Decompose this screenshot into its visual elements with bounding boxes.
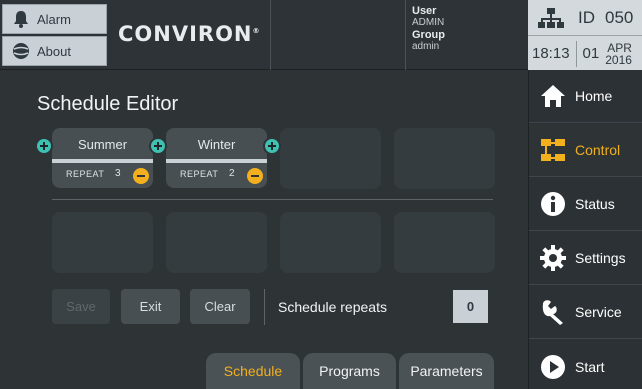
sidebar-item-label: Start <box>575 358 605 375</box>
sidebar-item-service[interactable]: Service <box>529 286 642 339</box>
sidebar-item-label: Home <box>575 88 613 104</box>
page-title: Schedule Editor <box>37 93 179 115</box>
wrench-icon <box>542 300 563 325</box>
empty-schedule-slot[interactable] <box>52 212 153 273</box>
repeat-count: 3 <box>115 168 121 179</box>
header-divider <box>270 0 271 70</box>
program-name: Summer <box>77 137 128 152</box>
add-program-icon[interactable] <box>263 137 281 155</box>
program-bar <box>166 159 267 163</box>
id-row: ID 050 <box>528 0 642 36</box>
day-value: 01 <box>582 45 600 62</box>
alarm-button[interactable]: Alarm <box>2 4 107 34</box>
decrease-repeat-icon[interactable] <box>247 168 263 184</box>
row-divider <box>52 199 493 200</box>
empty-schedule-slot[interactable] <box>280 212 381 273</box>
decrease-repeat-icon[interactable] <box>133 168 149 184</box>
id-value: 050 <box>605 7 634 27</box>
user-info: User ADMIN Group admin <box>412 5 445 53</box>
control-icon <box>541 139 565 161</box>
repeat-count: 2 <box>229 168 235 179</box>
tab-programs[interactable]: Programs <box>303 353 396 389</box>
id-label: ID <box>578 7 595 27</box>
add-program-icon[interactable] <box>35 137 53 155</box>
user-label: User <box>412 5 437 17</box>
bell-icon <box>14 11 28 28</box>
repeat-label: REPEAT <box>66 169 105 179</box>
repeat-label: REPEAT <box>180 169 219 179</box>
group-label: Group <box>412 29 445 41</box>
button-divider <box>264 289 265 325</box>
info-icon <box>541 192 565 216</box>
time-divider <box>575 40 577 67</box>
gear-icon <box>540 245 566 271</box>
empty-schedule-slot[interactable] <box>394 212 495 273</box>
status-box: ID 050 18:13 01 APR 2016 <box>528 0 642 70</box>
save-button[interactable]: Save <box>52 289 110 324</box>
sidebar-item-label: Settings <box>575 250 626 266</box>
schedule-program-card[interactable]: Summer REPEAT 3 <box>52 128 153 188</box>
time-value: 18:13 <box>532 45 570 62</box>
time-row: 18:13 01 APR 2016 <box>528 37 642 70</box>
about-button[interactable]: About <box>2 36 107 66</box>
play-icon <box>541 354 565 379</box>
group-value: admin <box>412 41 440 52</box>
header-divider <box>405 0 406 70</box>
schedule-repeats-label: Schedule repeats <box>278 299 387 315</box>
conviron-logo: CONVIRON® <box>118 22 260 46</box>
program-bar <box>52 159 153 163</box>
logo-text: CONVIRON <box>118 22 253 46</box>
sidebar-item-label: Service <box>575 304 622 320</box>
screen: Alarm About CONVIRON® User ADMIN Group a… <box>0 0 642 389</box>
home-icon <box>541 85 565 107</box>
sidebar-item-home[interactable]: Home <box>529 70 642 123</box>
month-year: APR 2016 <box>605 42 632 66</box>
month-value: APR <box>607 40 632 55</box>
alarm-label: Alarm <box>37 11 71 27</box>
globe-icon <box>13 43 29 59</box>
tab-parameters[interactable]: Parameters <box>399 353 494 389</box>
empty-schedule-slot[interactable] <box>166 212 267 273</box>
schedule-program-card[interactable]: Winter REPEAT 2 <box>166 128 267 188</box>
empty-schedule-slot[interactable] <box>394 128 495 189</box>
sidebar-item-label: Status <box>575 196 615 212</box>
empty-schedule-slot[interactable] <box>280 128 381 189</box>
year-value: 2016 <box>605 52 632 67</box>
exit-button[interactable]: Exit <box>121 289 180 324</box>
sidebar-item-control[interactable]: Control <box>529 124 642 177</box>
sidebar: Home Control Status Settings Service Sta… <box>528 70 642 389</box>
schedule-repeats-field[interactable]: 0 <box>453 290 488 323</box>
program-name: Winter <box>197 137 236 152</box>
clear-button[interactable]: Clear <box>190 289 250 324</box>
header-bar: Alarm About CONVIRON® User ADMIN Group a… <box>0 0 528 70</box>
sidebar-item-status[interactable]: Status <box>529 178 642 231</box>
sidebar-item-settings[interactable]: Settings <box>529 232 642 285</box>
tab-schedule[interactable]: Schedule <box>206 353 300 389</box>
about-label: About <box>37 43 71 59</box>
sidebar-item-label: Control <box>575 142 621 158</box>
network-icon <box>538 7 564 28</box>
add-program-icon[interactable] <box>149 137 167 155</box>
sidebar-item-start[interactable]: Start <box>529 340 642 389</box>
user-value: ADMIN <box>412 17 445 28</box>
logo-mark: ® <box>252 27 260 35</box>
